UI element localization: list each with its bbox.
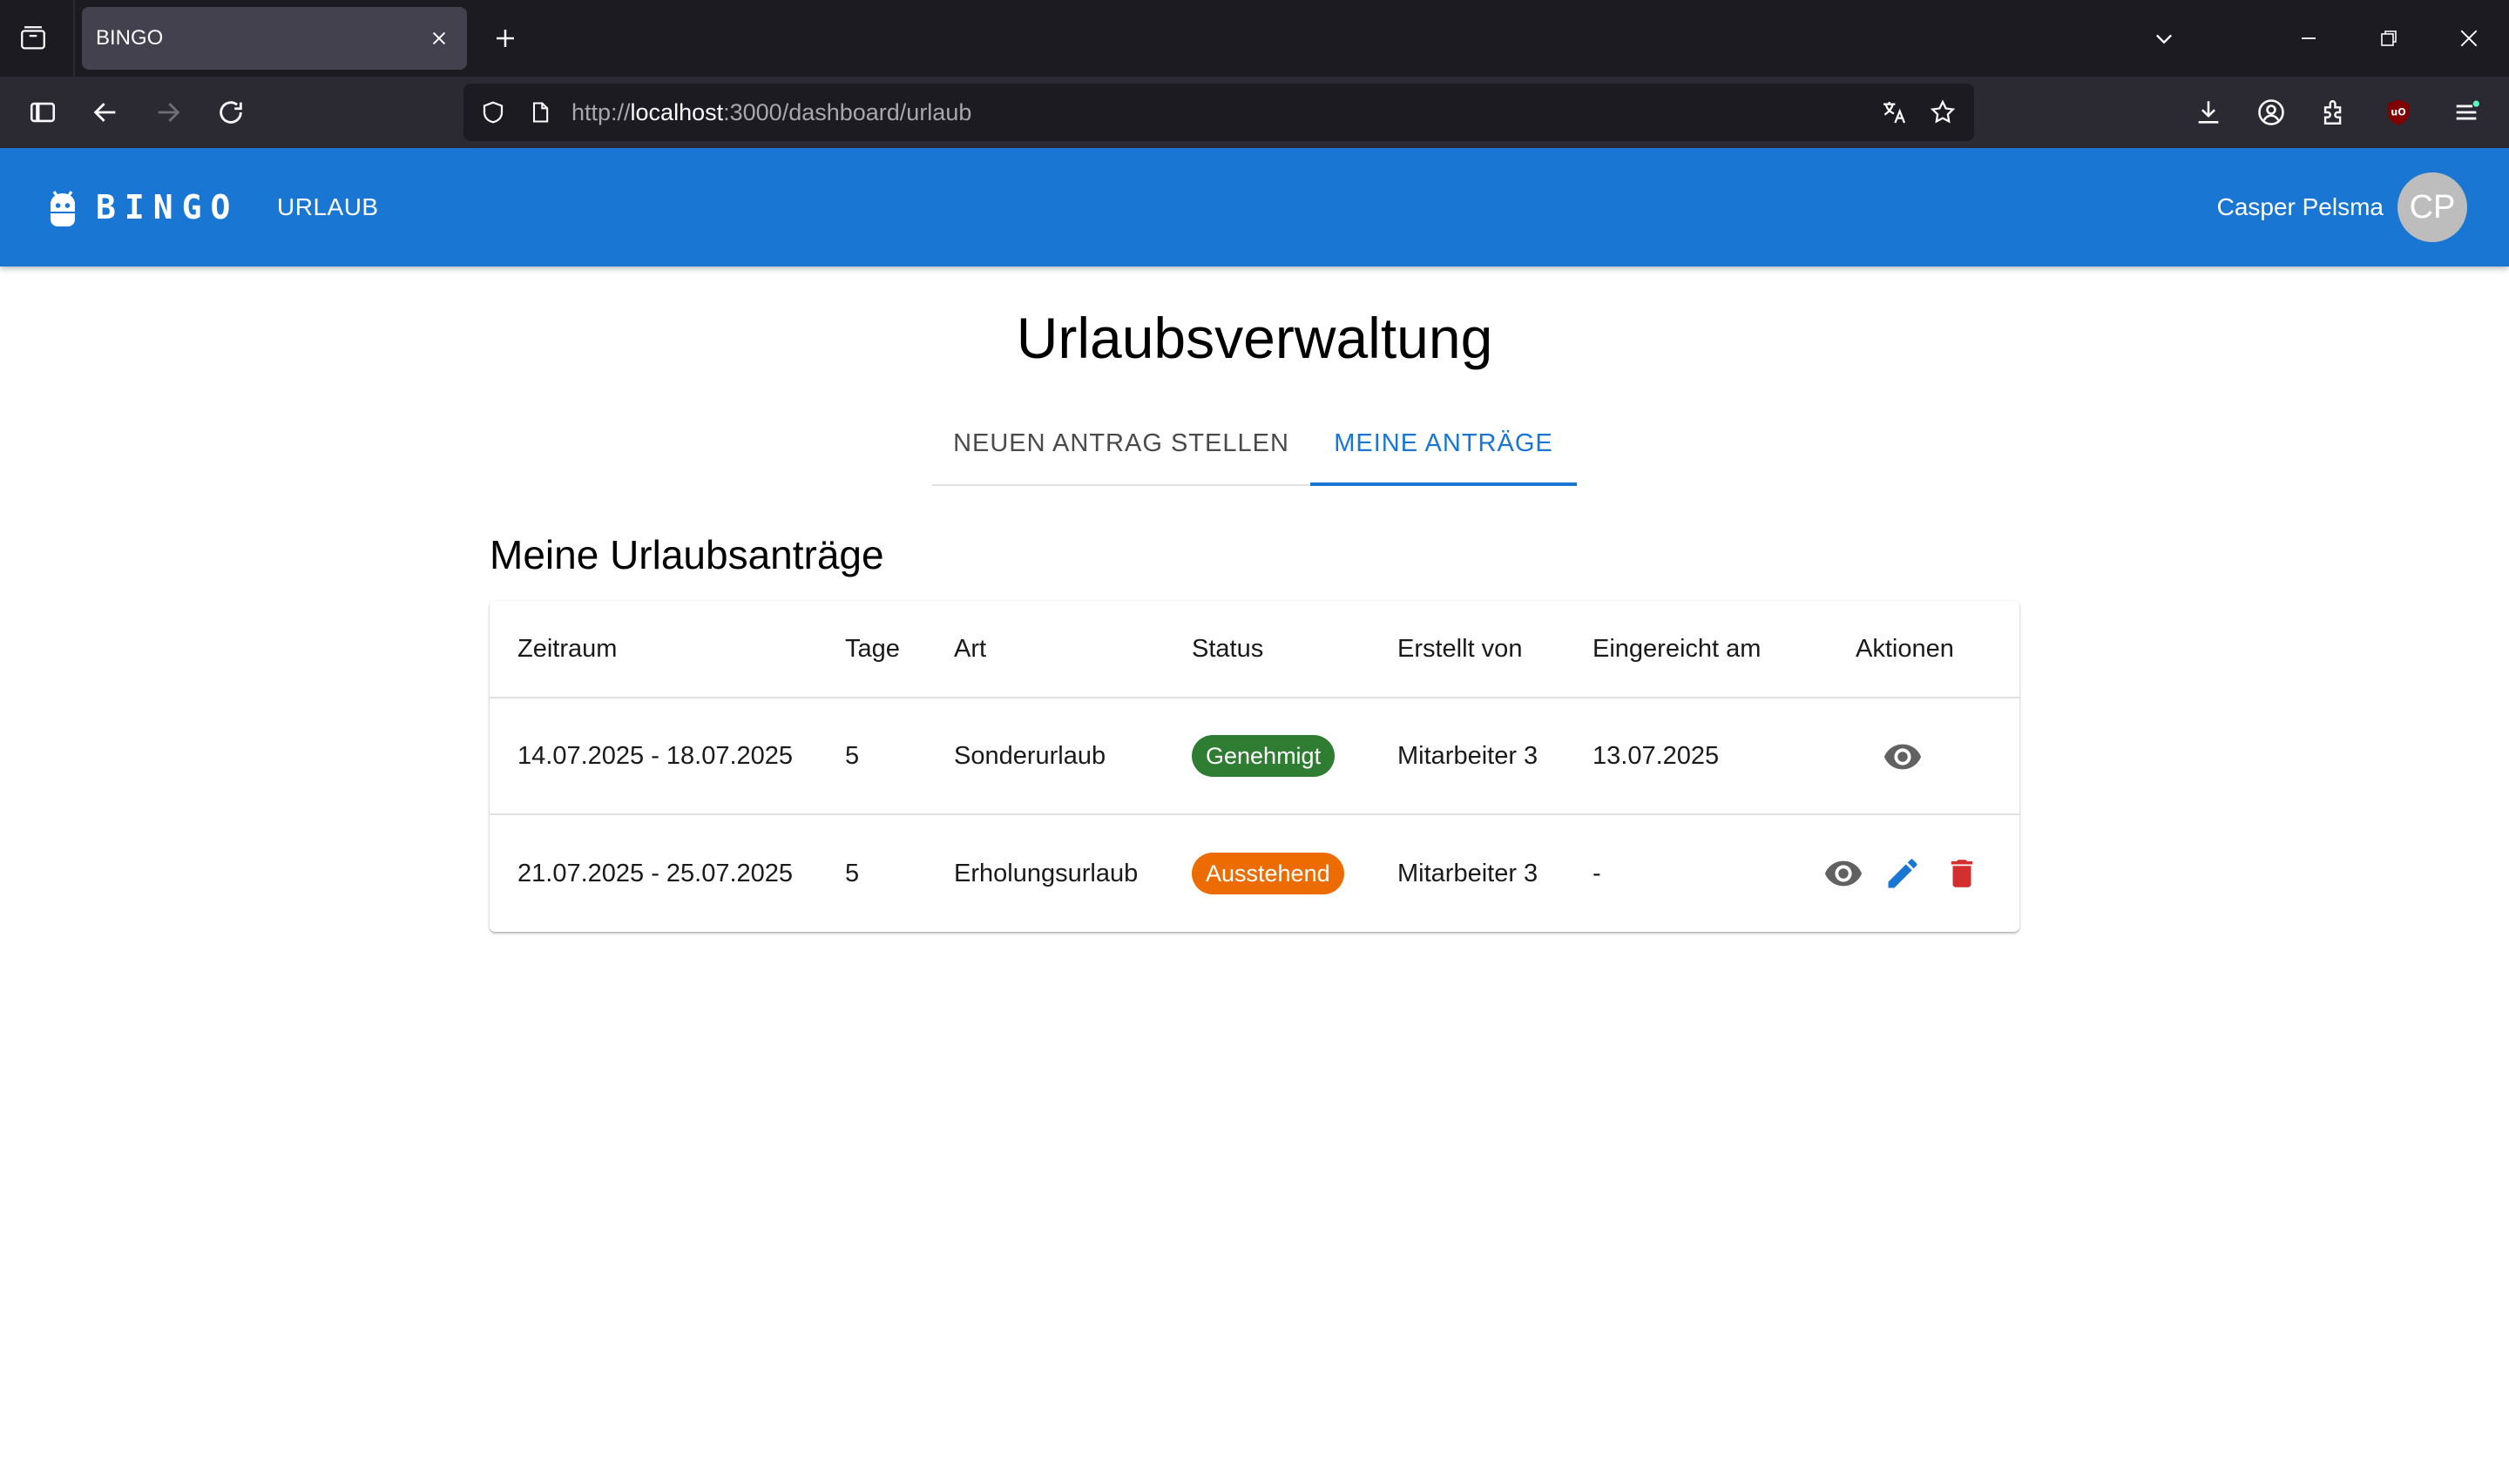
reload-icon[interactable] xyxy=(209,91,253,134)
cell-art: Sonderurlaub xyxy=(954,741,1106,770)
tab-neuen-antrag[interactable]: NEUEN ANTRAG STELLEN xyxy=(932,411,1310,484)
close-tab-icon[interactable] xyxy=(423,23,455,54)
tab-meine-antraege[interactable]: MEINE ANTRÄGE xyxy=(1310,411,1577,484)
view-icon[interactable] xyxy=(1878,732,1927,781)
cell-zeitraum: 21.07.2025 - 25.07.2025 xyxy=(517,859,794,887)
url-host: localhost xyxy=(630,99,724,125)
restore-icon[interactable] xyxy=(2368,17,2410,59)
table-header-row: Zeitraum Tage Art Status Erstellt von Ei… xyxy=(490,601,2019,698)
cell-status: Ausstehend xyxy=(1192,815,1344,932)
app-header: BINGO URLAUB Casper Pelsma CP xyxy=(0,148,2509,266)
delete-icon[interactable] xyxy=(1938,849,1986,898)
status-badge: Ausstehend xyxy=(1192,853,1344,894)
downloads-icon[interactable] xyxy=(2187,91,2230,134)
url-prefix: http:// xyxy=(571,99,631,125)
column-header-eingereicht-am: Eingereicht am xyxy=(1593,634,1762,663)
sidebar-toggle-icon[interactable] xyxy=(21,91,64,134)
browser-tab-title: BINGO xyxy=(96,26,164,50)
url-path: :3000/dashboard/urlaub xyxy=(723,99,972,125)
column-header-tage: Tage xyxy=(845,634,900,663)
cell-eingereicht-am: 13.07.2025 xyxy=(1593,741,1720,770)
tab-list-icon[interactable] xyxy=(16,21,51,56)
cell-erstellt-von: Mitarbeiter 3 xyxy=(1397,859,1539,887)
bookmark-star-icon[interactable] xyxy=(1925,95,1960,130)
view-icon[interactable] xyxy=(1819,849,1868,898)
url-bar[interactable]: http://localhost:3000/dashboard/urlaub xyxy=(463,84,1974,141)
tab-separator xyxy=(73,0,75,77)
shield-icon[interactable] xyxy=(476,95,511,130)
url-text[interactable]: http://localhost:3000/dashboard/urlaub xyxy=(571,84,971,141)
svg-text:uO: uO xyxy=(2391,107,2405,118)
cell-zeitraum: 14.07.2025 - 18.07.2025 xyxy=(517,741,794,770)
column-header-status: Status xyxy=(1192,634,1264,663)
app-logo-text[interactable]: BINGO xyxy=(96,148,239,266)
browser-tab[interactable]: BINGO xyxy=(82,7,467,70)
cell-erstellt-von: Mitarbeiter 3 xyxy=(1397,741,1539,770)
column-header-art: Art xyxy=(954,634,987,663)
page-icon xyxy=(523,95,558,130)
tab-overflow-chevron-icon[interactable] xyxy=(2143,17,2185,59)
back-icon[interactable] xyxy=(84,91,127,134)
cell-status: Genehmigt xyxy=(1192,698,1336,813)
column-header-erstellt-von: Erstellt von xyxy=(1397,634,1523,663)
extensions-icon[interactable] xyxy=(2312,91,2356,134)
minimize-icon[interactable] xyxy=(2288,17,2330,59)
browser-tab-bar: BINGO xyxy=(0,0,2509,77)
column-header-zeitraum: Zeitraum xyxy=(517,634,618,663)
edit-icon[interactable] xyxy=(1878,849,1927,898)
new-tab-icon[interactable] xyxy=(488,21,523,56)
tab-indicator xyxy=(1310,482,1577,486)
cell-tage: 5 xyxy=(845,859,860,887)
tabs: NEUEN ANTRAG STELLEN MEINE ANTRÄGE xyxy=(932,411,1577,486)
requests-table: Zeitraum Tage Art Status Erstellt von Ei… xyxy=(490,601,2019,932)
nav-link-urlaub[interactable]: URLAUB xyxy=(277,148,379,266)
cell-tage: 5 xyxy=(845,741,860,770)
table-row: 14.07.2025 - 18.07.2025 5 Sonderurlaub G… xyxy=(490,698,2019,815)
menu-icon[interactable] xyxy=(2445,91,2488,134)
close-window-icon[interactable] xyxy=(2448,17,2490,59)
column-header-aktionen: Aktionen xyxy=(1856,634,1954,663)
section-title: Meine Urlaubsanträge xyxy=(490,532,884,577)
ublock-icon[interactable]: uO xyxy=(2377,91,2420,134)
cell-eingereicht-am: - xyxy=(1593,859,1601,887)
translate-icon[interactable] xyxy=(1877,95,1911,130)
status-badge: Genehmigt xyxy=(1192,735,1336,777)
table-row: 21.07.2025 - 25.07.2025 5 Erholungsurlau… xyxy=(490,815,2019,932)
user-name: Casper Pelsma xyxy=(2216,193,2384,220)
avatar[interactable]: CP xyxy=(2397,172,2467,242)
cell-art: Erholungsurlaub xyxy=(954,859,1139,887)
page-title: Urlaubsverwaltung xyxy=(1016,306,1493,370)
forward-icon[interactable] xyxy=(146,91,190,134)
account-icon[interactable] xyxy=(2249,91,2293,134)
logo-icon xyxy=(45,186,80,228)
browser-nav-bar: http://localhost:3000/dashboard/urlaub u… xyxy=(0,77,2509,148)
